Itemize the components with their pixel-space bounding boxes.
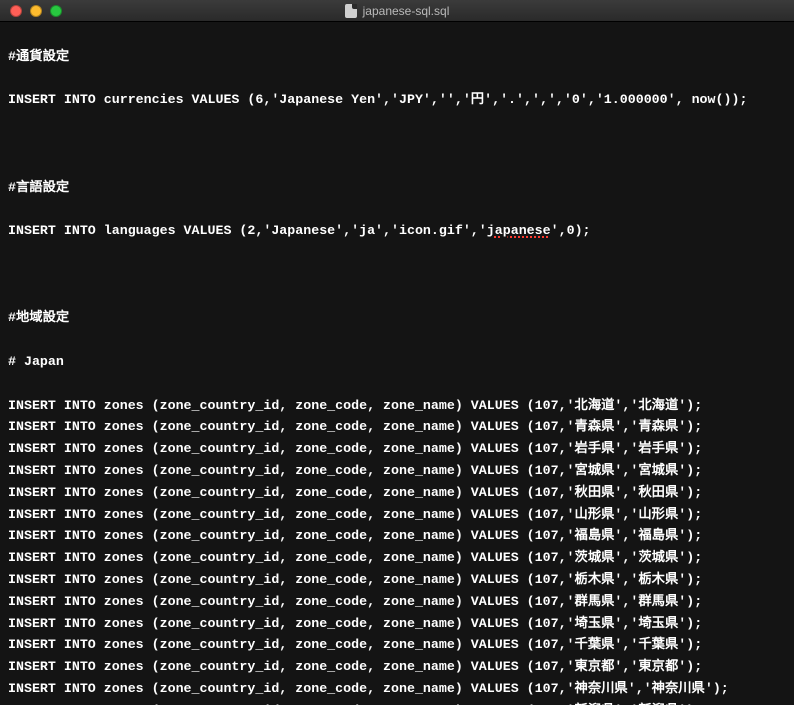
code-line: INSERT INTO zones (zone_country_id, zone…	[8, 678, 786, 700]
code-line: INSERT INTO zones (zone_country_id, zone…	[8, 525, 786, 547]
code-line: INSERT INTO languages VALUES (2,'Japanes…	[8, 220, 786, 242]
window-title: japanese-sql.sql	[363, 4, 450, 18]
minimize-window-button[interactable]	[30, 5, 42, 17]
code-line	[8, 264, 786, 286]
code-line: # Japan	[8, 351, 786, 373]
code-line: #通貨設定	[8, 46, 786, 68]
close-window-button[interactable]	[10, 5, 22, 17]
code-line: INSERT INTO zones (zone_country_id, zone…	[8, 416, 786, 438]
code-line: INSERT INTO zones (zone_country_id, zone…	[8, 613, 786, 635]
code-line: INSERT INTO zones (zone_country_id, zone…	[8, 547, 786, 569]
code-line: INSERT INTO zones (zone_country_id, zone…	[8, 482, 786, 504]
window-titlebar: japanese-sql.sql	[0, 0, 794, 22]
traffic-lights	[0, 5, 62, 17]
file-icon	[345, 4, 357, 18]
code-line: INSERT INTO zones (zone_country_id, zone…	[8, 591, 786, 613]
code-line: INSERT INTO zones (zone_country_id, zone…	[8, 395, 786, 417]
code-line: INSERT INTO zones (zone_country_id, zone…	[8, 634, 786, 656]
code-editor[interactable]: #通貨設定 INSERT INTO currencies VALUES (6,'…	[0, 22, 794, 705]
code-line: INSERT INTO zones (zone_country_id, zone…	[8, 504, 786, 526]
code-line: INSERT INTO zones (zone_country_id, zone…	[8, 656, 786, 678]
spellcheck-underline: japanese	[487, 223, 551, 238]
code-line: INSERT INTO zones (zone_country_id, zone…	[8, 700, 786, 705]
code-line: INSERT INTO currencies VALUES (6,'Japane…	[8, 89, 786, 111]
code-line: INSERT INTO zones (zone_country_id, zone…	[8, 460, 786, 482]
code-line: #言語設定	[8, 177, 786, 199]
code-line: #地域設定	[8, 307, 786, 329]
zoom-window-button[interactable]	[50, 5, 62, 17]
code-line	[8, 133, 786, 155]
code-line: INSERT INTO zones (zone_country_id, zone…	[8, 438, 786, 460]
code-line: INSERT INTO zones (zone_country_id, zone…	[8, 569, 786, 591]
